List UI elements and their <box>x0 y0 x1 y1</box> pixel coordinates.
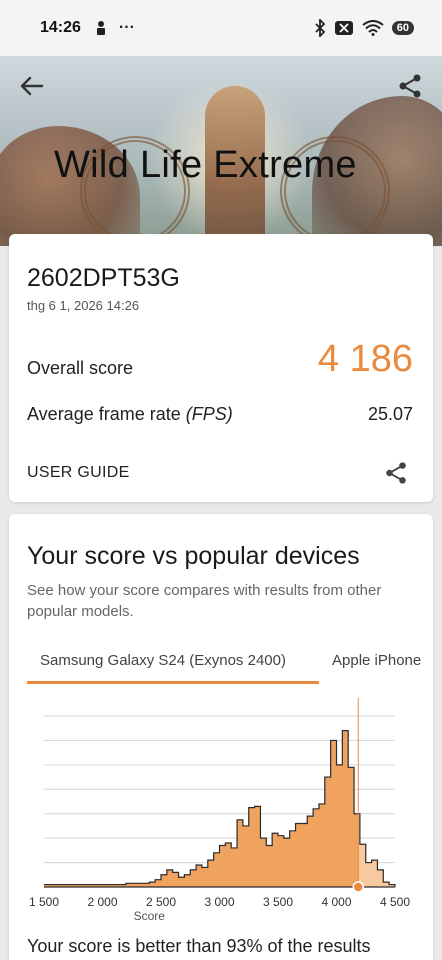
x-tick-label: 2 000 <box>87 895 117 909</box>
device-name: 2602DPT53G <box>27 264 180 292</box>
x-tick-label: 2 500 <box>146 895 176 909</box>
your-score-marker <box>352 881 365 893</box>
fps-label-text: Average frame rate <box>27 404 181 424</box>
tab-apple-iphone[interactable]: Apple iPhone <box>332 646 433 684</box>
x-tick-label: 4 500 <box>380 895 410 909</box>
test-date: thg 6 1, 2026 14:26 <box>27 298 140 313</box>
wifi-icon <box>362 20 384 36</box>
x-axis-label: Score <box>134 909 166 923</box>
fps-value: 25.07 <box>367 404 413 424</box>
share-icon[interactable] <box>396 72 424 100</box>
tab-samsung-galaxy-s24[interactable]: Samsung Galaxy S24 (Exynos 2400) <box>27 646 319 684</box>
no-sim-icon <box>334 21 353 35</box>
overall-score-value: 4 186 <box>317 338 413 380</box>
x-tick-label: 1 500 <box>29 895 59 909</box>
fps-unit: (FPS) <box>185 404 233 424</box>
overall-score-label: Overall score <box>27 358 134 378</box>
share-result-icon[interactable] <box>383 460 409 486</box>
status-time: 14:26 <box>40 19 81 36</box>
x-tick-label: 3 500 <box>263 895 293 909</box>
result-card: 2602DPT53G thg 6 1, 2026 14:26 Overall s… <box>9 234 433 502</box>
distribution-area-above <box>358 813 395 887</box>
x-tick-label: 3 000 <box>204 895 234 909</box>
comparison-title: Your score vs popular devices <box>27 542 360 570</box>
page-title: Wild Life Extreme <box>54 144 357 186</box>
battery-indicator: 60 <box>391 21 414 35</box>
device-tabs: Samsung Galaxy S24 (Exynos 2400) Apple i… <box>27 646 433 684</box>
person-lock-icon <box>96 21 105 35</box>
bluetooth-icon <box>315 19 326 37</box>
comparison-subtitle: See how your score compares with results… <box>27 582 382 620</box>
comparison-card: Your score vs popular devices See how yo… <box>9 514 433 960</box>
fps-label: Average frame rate (FPS) <box>27 404 233 425</box>
status-bar: 14:26 ··· 60 <box>0 0 442 56</box>
score-summary: Your score is better than 93% of the res… <box>27 936 371 956</box>
user-guide-link[interactable]: USER GUIDE <box>27 464 130 482</box>
x-tick-label: 4 000 <box>321 895 351 909</box>
more-notifications-icon: ··· <box>118 19 135 36</box>
distribution-area-below <box>44 730 359 887</box>
score-distribution-chart: 1 500 2 000 2 500 3 000 3 500 4 000 4 500 Score <box>29 698 410 923</box>
back-arrow-icon[interactable] <box>18 72 46 100</box>
hero-banner: Wild Life Extreme <box>0 56 442 246</box>
